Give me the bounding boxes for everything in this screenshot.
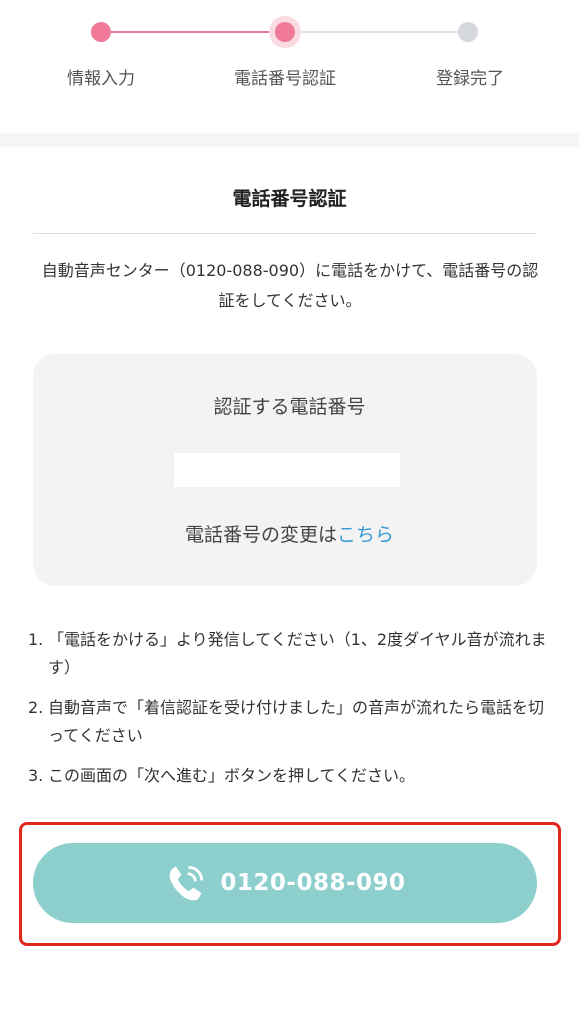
step-label-registration-complete: 登録完了 [436,69,504,89]
phone-ringing-icon [169,866,204,901]
instruction-number: 1. [28,630,44,649]
instruction-number: 2. [28,698,44,717]
instruction-item: 2. 自動音声で「着信認証を受け付けました」の音声が流れたら電話を切ってください [28,694,548,750]
stepper-line-completed [101,31,285,33]
progress-stepper: 情報入力 電話番号認証 登録完了 [0,0,579,133]
page-title: 電話番号認証 [232,188,347,210]
change-phone-prefix: 電話番号の変更は [184,524,337,546]
stepper-line-pending [285,31,468,33]
instruction-list: 1. 「電話をかける」より発信してください（1、2度ダイヤル音が流れます） 2.… [28,626,548,802]
title-divider [33,233,537,234]
step-dot-registration-complete [458,22,478,42]
instruction-text: 自動音声で「着信認証を受け付けました」の音声が流れたら電話を切ってください [48,698,545,745]
phone-card-heading: 認証する電話番号 [213,396,366,418]
instruction-text: この画面の「次へ進む」ボタンを押してください。 [48,766,416,785]
section-divider-band [0,133,579,147]
intro-text: 自動音声センター（0120-088-090）に電話をかけて、電話番号の認証をして… [41,261,539,310]
change-phone-text: 電話番号の変更はこちら [0,520,579,547]
step-dot-info-input [91,22,111,42]
instruction-text: 「電話をかける」より発信してください（1、2度ダイヤル音が流れます） [48,630,547,677]
change-phone-link[interactable]: こちら [337,524,394,546]
instruction-number: 3. [28,766,44,785]
step-label-info-input: 情報入力 [67,69,135,89]
call-phone-button[interactable]: 0120-088-090 [33,843,537,923]
instruction-item: 1. 「電話をかける」より発信してください（1、2度ダイヤル音が流れます） [28,626,548,682]
step-label-phone-verification: 電話番号認証 [234,69,336,89]
call-phone-number: 0120-088-090 [220,870,406,896]
instruction-item: 3. この画面の「次へ進む」ボタンを押してください。 [28,762,548,790]
step-dot-phone-verification [269,16,301,48]
phone-number-display [174,453,400,487]
